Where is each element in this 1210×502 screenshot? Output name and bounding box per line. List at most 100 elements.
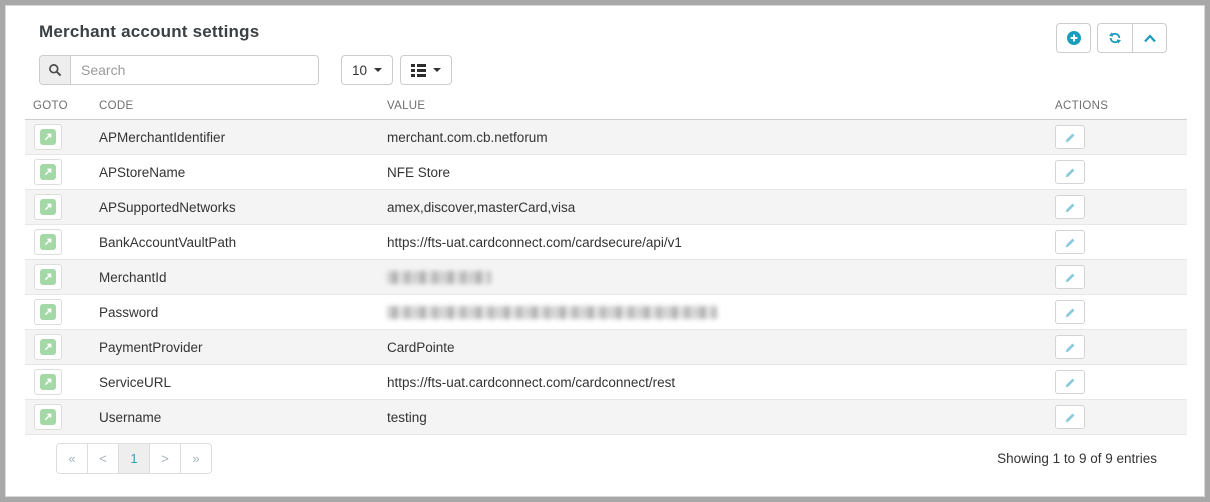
goto-button[interactable] <box>34 369 62 395</box>
cell-code: APMerchantIdentifier <box>91 119 379 155</box>
panel-toolbar-right <box>1056 23 1167 53</box>
table-header-row: GOTO CODE VALUE ACTIONS <box>25 97 1187 120</box>
table-row: APSupportedNetworks amex,discover,master… <box>25 189 1187 225</box>
redacted-value <box>387 305 717 319</box>
edit-pencil-icon <box>1064 166 1077 179</box>
goto-arrow-icon <box>40 199 56 215</box>
pagination-page-1-button[interactable]: 1 <box>118 443 150 474</box>
pagination-first-button[interactable]: « <box>56 443 88 474</box>
columns-dropdown[interactable] <box>400 55 453 85</box>
goto-button[interactable] <box>34 159 62 185</box>
settings-table: GOTO CODE VALUE ACTIONS APMerchantIdenti… <box>25 97 1187 435</box>
table-row: APMerchantIdentifier merchant.com.cb.net… <box>25 119 1187 155</box>
goto-arrow-icon <box>40 164 56 180</box>
pagination-next-button[interactable]: > <box>149 443 181 474</box>
plus-circle-icon <box>1066 30 1082 46</box>
entries-summary: Showing 1 to 9 of 9 entries <box>997 451 1157 466</box>
edit-button[interactable] <box>1055 125 1085 149</box>
edit-pencil-icon <box>1064 411 1077 424</box>
pagination: « < 1 > » <box>56 443 212 474</box>
page-size-dropdown[interactable]: 10 <box>341 55 394 85</box>
goto-arrow-icon <box>40 304 56 320</box>
cell-value: https://fts-uat.cardconnect.com/cardsecu… <box>379 224 1047 260</box>
goto-arrow-icon <box>40 374 56 390</box>
header-code: CODE <box>91 97 379 120</box>
edit-pencil-icon <box>1064 236 1077 249</box>
goto-button[interactable] <box>34 229 62 255</box>
redacted-value <box>387 270 491 284</box>
header-actions: ACTIONS <box>1047 97 1187 120</box>
search-group <box>39 55 319 85</box>
page-size-value: 10 <box>352 62 368 78</box>
edit-button[interactable] <box>1055 300 1085 324</box>
cell-value <box>379 294 1047 330</box>
cell-code: Password <box>91 294 379 330</box>
caret-down-icon <box>433 68 442 72</box>
edit-pencil-icon <box>1064 376 1077 389</box>
edit-button[interactable] <box>1055 230 1085 254</box>
chevron-up-icon <box>1143 33 1157 44</box>
edit-pencil-icon <box>1064 341 1077 354</box>
goto-arrow-icon <box>40 269 56 285</box>
goto-button[interactable] <box>34 194 62 220</box>
cell-code: APStoreName <box>91 154 379 190</box>
goto-arrow-icon <box>40 129 56 145</box>
table-row: APStoreName NFE Store <box>25 154 1187 190</box>
edit-button[interactable] <box>1055 335 1085 359</box>
goto-arrow-icon <box>40 409 56 425</box>
collapse-button[interactable] <box>1132 23 1167 53</box>
table-row: Username testing <box>25 399 1187 435</box>
edit-pencil-icon <box>1064 271 1077 284</box>
edit-button[interactable] <box>1055 160 1085 184</box>
goto-arrow-icon <box>40 339 56 355</box>
goto-button[interactable] <box>34 334 62 360</box>
pagination-prev-button[interactable]: < <box>87 443 119 474</box>
goto-button[interactable] <box>34 299 62 325</box>
header-goto: GOTO <box>25 97 91 120</box>
cell-value: testing <box>379 399 1047 435</box>
goto-button[interactable] <box>34 404 62 430</box>
add-button[interactable] <box>1056 23 1091 53</box>
edit-pencil-icon <box>1064 201 1077 214</box>
cell-code: PaymentProvider <box>91 329 379 365</box>
table-row: ServiceURL https://fts-uat.cardconnect.c… <box>25 364 1187 400</box>
search-addon <box>40 56 71 84</box>
table-toolbar: 10 <box>39 55 1204 85</box>
goto-arrow-icon <box>40 234 56 250</box>
cell-value: NFE Store <box>379 154 1047 190</box>
cell-code: BankAccountVaultPath <box>91 224 379 260</box>
goto-button[interactable] <box>34 124 62 150</box>
list-icon <box>411 63 427 77</box>
cell-value: CardPointe <box>379 329 1047 365</box>
goto-button[interactable] <box>34 264 62 290</box>
page-title: Merchant account settings <box>39 22 260 41</box>
pagination-last-button[interactable]: » <box>180 443 212 474</box>
table-footer: « < 1 > » Showing 1 to 9 of 9 entries <box>56 443 1157 474</box>
header-value: VALUE <box>379 97 1047 120</box>
edit-pencil-icon <box>1064 306 1077 319</box>
table-row: BankAccountVaultPath https://fts-uat.car… <box>25 224 1187 260</box>
caret-down-icon <box>374 68 383 72</box>
panel-control-group <box>1097 23 1167 53</box>
cell-value: amex,discover,masterCard,visa <box>379 189 1047 225</box>
cell-value: merchant.com.cb.netforum <box>379 119 1047 155</box>
edit-button[interactable] <box>1055 370 1085 394</box>
cell-code: APSupportedNetworks <box>91 189 379 225</box>
edit-pencil-icon <box>1064 131 1077 144</box>
window-frame: Merchant account settings Search 10 GOTO… <box>0 0 1210 502</box>
table-row: Password <box>25 294 1187 330</box>
magnifier-icon <box>48 63 63 78</box>
cell-value: https://fts-uat.cardconnect.com/cardconn… <box>379 364 1047 400</box>
table-row: PaymentProvider CardPointe <box>25 329 1187 365</box>
refresh-icon <box>1108 31 1122 45</box>
cell-code: Username <box>91 399 379 435</box>
table-row: MerchantId <box>25 259 1187 295</box>
edit-button[interactable] <box>1055 265 1085 289</box>
refresh-button[interactable] <box>1097 23 1132 53</box>
edit-button[interactable] <box>1055 195 1085 219</box>
merchant-settings-panel: Merchant account settings Search 10 GOTO… <box>5 5 1205 497</box>
cell-code: MerchantId <box>91 259 379 295</box>
cell-code: ServiceURL <box>91 364 379 400</box>
search-input[interactable] <box>71 56 318 84</box>
edit-button[interactable] <box>1055 405 1085 429</box>
